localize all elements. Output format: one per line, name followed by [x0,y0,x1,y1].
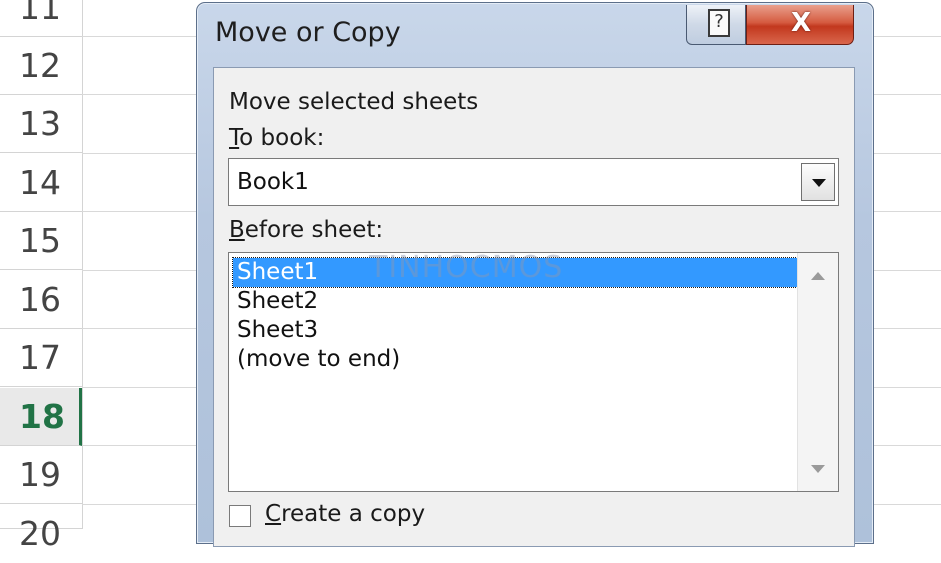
close-button[interactable]: X [746,5,854,45]
move-selected-sheets-label: Move selected sheets [229,89,479,115]
list-scrollbar[interactable] [797,253,838,491]
row-header-17[interactable]: 17 [0,329,82,387]
to-book-value: Book1 [237,169,309,195]
before-sheet-label: Before sheet: [229,217,384,243]
sheet-list-item-move-to-end[interactable]: (move to end) [233,345,797,374]
dropdown-arrow-button[interactable] [801,163,835,201]
dialog-body: Move selected sheets To book: Book1 Befo… [213,67,855,547]
row-headers: 11 12 13 14 15 16 17 18 19 20 [0,0,83,553]
create-copy-label[interactable]: Create a copy [265,501,425,527]
help-button[interactable]: ? [686,5,746,45]
scroll-down-icon[interactable] [811,465,825,473]
chevron-down-icon [812,179,826,187]
before-sheet-list[interactable]: Sheet1 Sheet2 Sheet3 (move to end) TINHO… [228,252,839,492]
to-book-dropdown[interactable]: Book1 [228,158,839,206]
close-icon: X [790,8,812,38]
row-header-12[interactable]: 12 [0,37,82,95]
watermark-text: TINHOCMOS [369,250,564,285]
row-header-14[interactable]: 14 [0,154,82,212]
help-icon: ? [708,9,730,37]
row-header-16[interactable]: 16 [0,271,82,329]
row-header-20[interactable]: 20 [0,505,82,553]
create-copy-checkbox[interactable] [229,505,251,527]
row-header-15[interactable]: 15 [0,212,82,270]
row-header-19[interactable]: 19 [0,446,82,504]
row-header-13[interactable]: 13 [0,95,82,153]
sheet-list-item-sheet3[interactable]: Sheet3 [233,316,797,345]
to-book-label: To book: [229,125,325,151]
row-header-11[interactable]: 11 [0,0,82,37]
dialog-title: Move or Copy [215,17,401,48]
scroll-up-icon[interactable] [811,272,825,280]
row-header-18[interactable]: 18 [0,388,82,446]
sheet-list-item-sheet2[interactable]: Sheet2 [233,287,797,316]
move-or-copy-dialog: Move or Copy ? X Move selected sheets To… [196,2,874,547]
